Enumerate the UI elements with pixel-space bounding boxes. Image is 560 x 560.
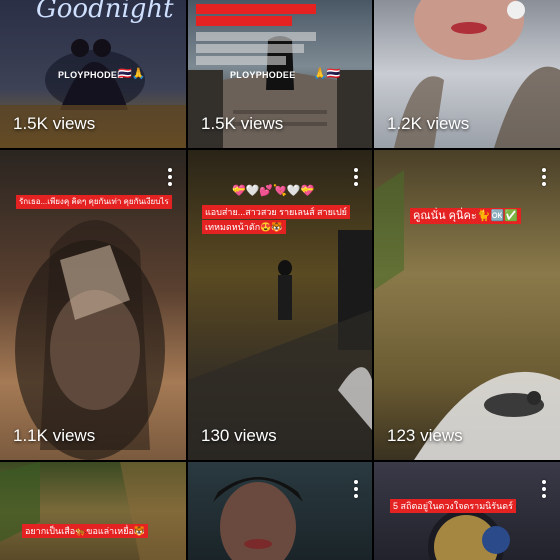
overlay-emojis: 💝🤍💕💘🤍💝 [232, 185, 315, 197]
overlay-caption-text [196, 4, 316, 65]
overlay-script-title: Goodnight [36, 0, 174, 24]
video-tile[interactable]: รักเธอ...เพียงคุ คิดๆ คุยกันเท่า คุยกันเ… [0, 150, 186, 460]
video-grid: Goodnight PLOYPHODEE 🇹🇭🙏 1.5K views PLOY… [0, 0, 560, 560]
overlay-brand-label: PLOYPHODEE [58, 70, 124, 80]
overlay-brand-label: PLOYPHODEE [230, 70, 296, 80]
view-count: 123 views [387, 426, 463, 445]
video-tile[interactable]: 💝🤍💕💘🤍💝 แอบส่าย...สาวสวย รายเลนส์ สายเปย์… [188, 150, 372, 460]
video-tile[interactable]: 1.2K views [374, 0, 560, 148]
thumbnail-image [0, 462, 186, 560]
video-tile[interactable]: คูณนั่น คุนิ่คะ🐈🆗✅ 123 views [374, 150, 560, 460]
video-tile[interactable]: PLOYPHODEE 🙏🇹🇭 1.5K views [188, 0, 372, 148]
overlay-caption: 5 สถิตอยู่ในดวงใจดรามนิรันดร์ [390, 499, 516, 513]
video-tile[interactable]: อยากเป็นเสือ🐅ขอแล่าเหยื่อ🐯 [0, 462, 186, 560]
overlay-caption: รักเธอ...เพียงคุ คิดๆ คุยกันเท่า คุยกันเ… [16, 195, 172, 209]
thumbnail-image [374, 170, 560, 460]
view-count: 1.1K views [13, 426, 96, 445]
overlay-emojis: 🙏🇹🇭 [313, 68, 341, 80]
video-tile[interactable]: 5 สถิตอยู่ในดวงใจดรามนิรันดร์ [374, 462, 560, 560]
more-options-button[interactable] [541, 168, 547, 188]
video-tile[interactable]: Goodnight PLOYPHODEE 🇹🇭🙏 1.5K views [0, 0, 186, 148]
overlay-caption-line1: แอบส่าย...สาวสวย รายเลนส์ สายเปย์ [202, 205, 350, 219]
more-options-button[interactable] [353, 168, 359, 188]
more-options-button[interactable] [541, 480, 547, 500]
overlay-caption: อยากเป็นเสือ🐅ขอแล่าเหยื่อ🐯 [22, 524, 149, 538]
overlay-emojis: 🇹🇭🙏 [118, 68, 146, 80]
thumbnail-image [213, 477, 303, 560]
view-count: 1.5K views [201, 114, 284, 133]
overlay-caption-line2: เทหมดหน้าตัก😍🐯 [202, 220, 286, 234]
overlay-caption: คูณนั่น คุนิ่คะ🐈🆗✅ [410, 208, 521, 224]
view-count: 1.2K views [387, 114, 470, 133]
view-count: 130 views [201, 426, 277, 445]
more-options-button[interactable] [353, 480, 359, 500]
more-options-button[interactable] [167, 168, 173, 188]
video-tile[interactable] [188, 462, 372, 560]
view-count: 1.5K views [13, 114, 96, 133]
